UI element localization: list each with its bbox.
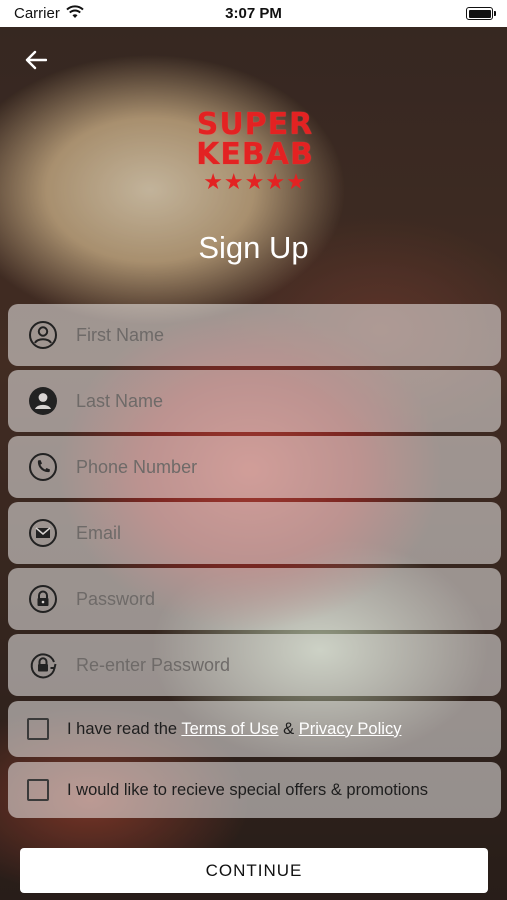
- email-input[interactable]: [76, 522, 456, 544]
- logo-line-2: KEBAB: [196, 137, 314, 172]
- first-name-input[interactable]: [76, 324, 456, 346]
- offers-checkbox[interactable]: [27, 779, 49, 801]
- last-name-field[interactable]: [8, 370, 501, 432]
- status-bar: Carrier 3:07 PM: [0, 0, 507, 27]
- reenter-password-field[interactable]: [8, 634, 501, 696]
- terms-row: I have read the Terms of Use & Privacy P…: [8, 701, 501, 757]
- terms-prefix: I have read the: [67, 719, 182, 738]
- privacy-policy-link[interactable]: Privacy Policy: [299, 720, 402, 738]
- logo-stars: ★★★★★: [203, 169, 307, 194]
- phone-icon: [28, 452, 58, 482]
- password-input[interactable]: [76, 588, 456, 610]
- lock-icon: [28, 584, 58, 614]
- super-kebab-logo: SUPER KEBAB ★★★★★: [184, 110, 326, 200]
- lock-refresh-icon: [28, 650, 58, 680]
- user-circle-filled-icon: [28, 386, 58, 416]
- logo-line-1: SUPER: [196, 107, 314, 142]
- wifi-icon: [66, 4, 84, 23]
- last-name-input[interactable]: [76, 390, 456, 412]
- phone-field[interactable]: [8, 436, 501, 498]
- terms-of-use-link[interactable]: Terms of Use: [181, 720, 278, 738]
- battery-icon: [466, 7, 496, 20]
- carrier-label: Carrier: [14, 5, 60, 22]
- email-field[interactable]: [8, 502, 501, 564]
- envelope-icon: [28, 518, 58, 548]
- terms-checkbox[interactable]: [27, 718, 49, 740]
- password-field[interactable]: [8, 568, 501, 630]
- page-title: Sign Up: [198, 230, 309, 265]
- back-arrow-icon[interactable]: [22, 46, 50, 74]
- continue-button[interactable]: CONTINUE: [20, 848, 488, 893]
- terms-amp: &: [278, 719, 299, 738]
- reenter-password-input[interactable]: [76, 654, 456, 676]
- first-name-field[interactable]: [8, 304, 501, 366]
- offers-row: I would like to recieve special offers &…: [8, 762, 501, 818]
- terms-text: I have read the Terms of Use & Privacy P…: [67, 720, 401, 739]
- phone-input[interactable]: [76, 456, 456, 478]
- status-left: Carrier: [14, 4, 84, 23]
- offers-label: I would like to recieve special offers &…: [67, 780, 429, 799]
- user-circle-outline-icon: [28, 320, 58, 350]
